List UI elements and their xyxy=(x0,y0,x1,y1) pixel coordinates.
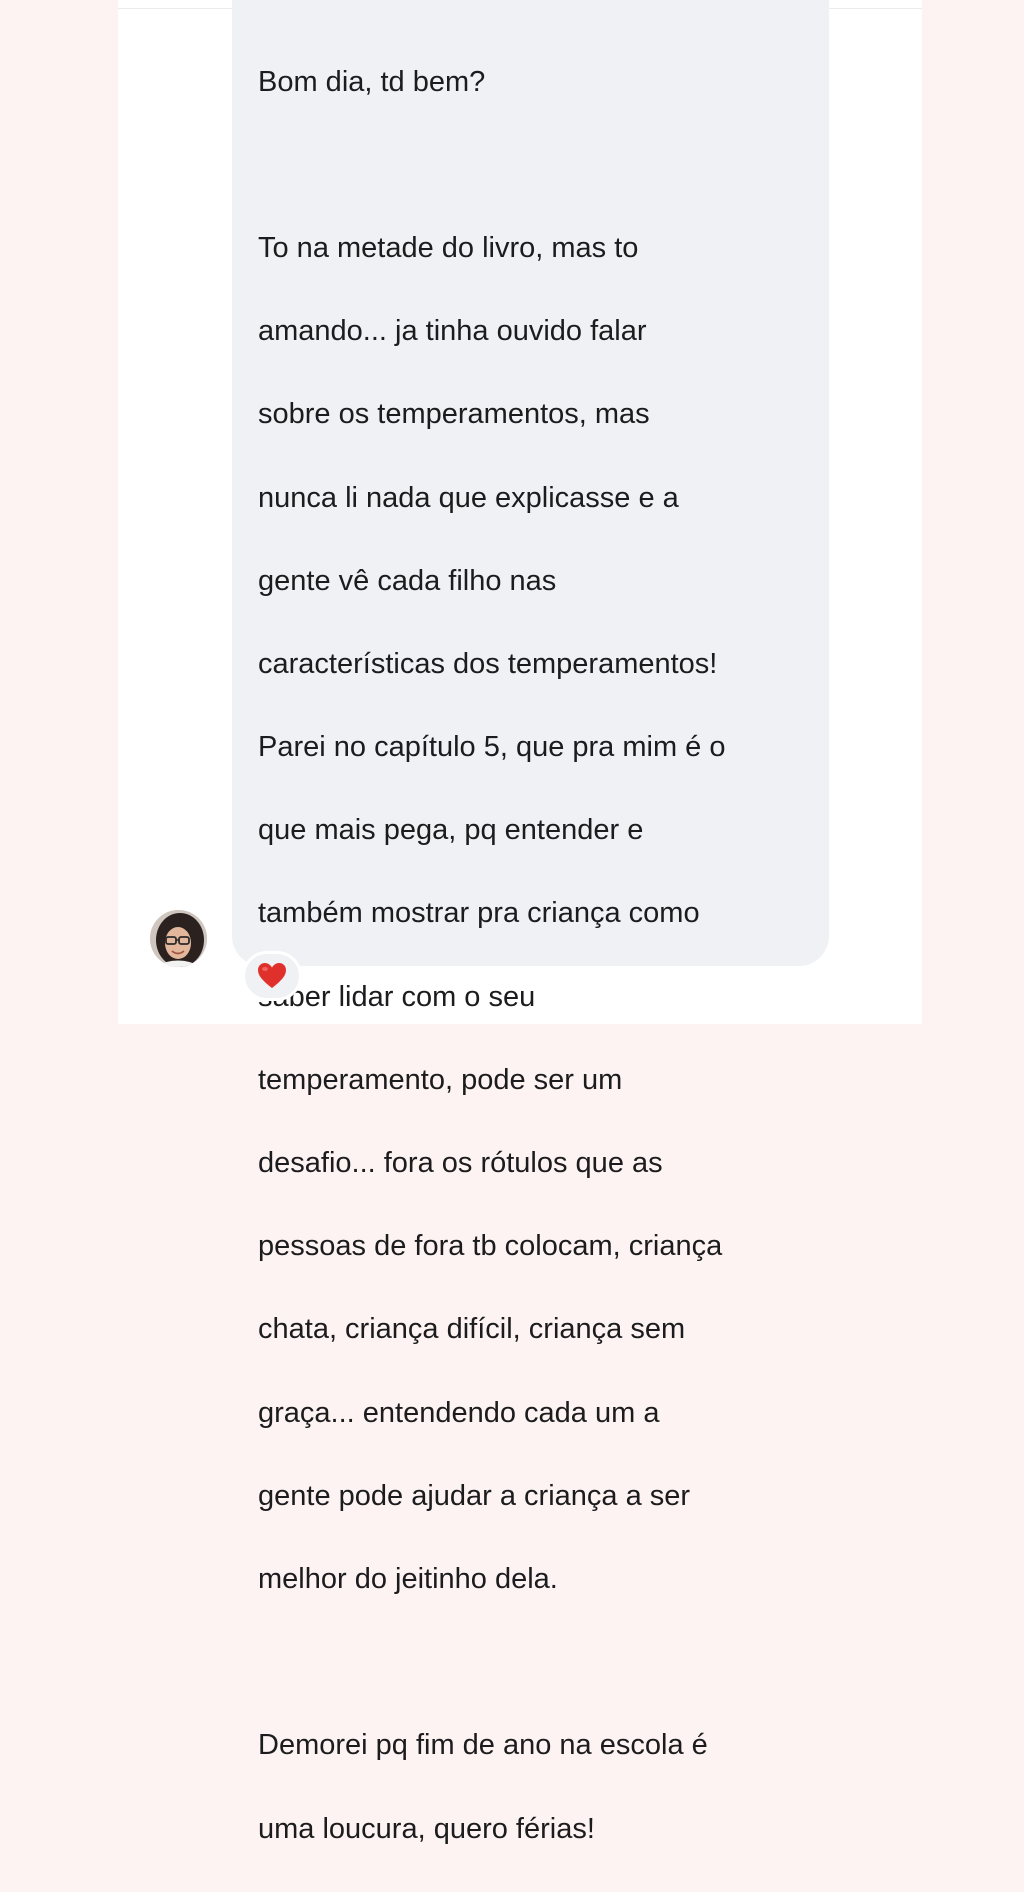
message-line: sobre os temperamentos, mas xyxy=(258,398,650,431)
paragraph-break xyxy=(258,145,805,187)
chat-screen: Bom dia, td bem? To na metade do livro, … xyxy=(118,0,922,1845)
avatar-portrait-icon xyxy=(150,910,207,967)
message-line: uma loucura, quero férias! xyxy=(258,1812,595,1845)
message-bubble[interactable]: Bom dia, td bem? To na metade do livro, … xyxy=(232,0,829,1845)
message-line: nunca li nada que explicasse e a xyxy=(258,481,679,514)
message-line: chata, criança difícil, criança sem xyxy=(258,1313,686,1346)
paragraph-break xyxy=(258,1642,805,1684)
message-line: graça... entendendo cada um a xyxy=(258,1396,660,1429)
user-avatar[interactable] xyxy=(150,910,207,967)
red-heart-icon xyxy=(258,963,286,988)
message-line: características dos temperamentos! xyxy=(258,647,718,680)
message-line: temperamento, pode ser um xyxy=(258,1063,623,1096)
reaction-badge[interactable] xyxy=(242,951,302,1001)
message-line: também mostrar pra criança como xyxy=(258,897,700,930)
message-line: amando... ja tinha ouvido falar xyxy=(258,315,647,348)
message-line: saber lidar com o seu xyxy=(258,980,536,1013)
message-line: gente pode ajudar a criança a ser xyxy=(258,1479,691,1512)
message-line: que mais pega, pq entender e xyxy=(258,814,644,847)
message-line: desafio... fora os rótulos que as xyxy=(258,1147,663,1180)
message-line: Demorei pq fim de ano na escola é xyxy=(258,1729,708,1762)
message-line: To na metade do livro, mas to xyxy=(258,231,639,264)
message-line: gente vê cada filho nas xyxy=(258,564,557,597)
message-line: pessoas de fora tb colocam, criança xyxy=(258,1230,723,1263)
message-line: Bom dia, td bem? xyxy=(258,65,486,98)
message-line: melhor do jeitinho dela. xyxy=(258,1562,558,1595)
message-line: Parei no capítulo 5, que pra mim é o xyxy=(258,731,726,764)
